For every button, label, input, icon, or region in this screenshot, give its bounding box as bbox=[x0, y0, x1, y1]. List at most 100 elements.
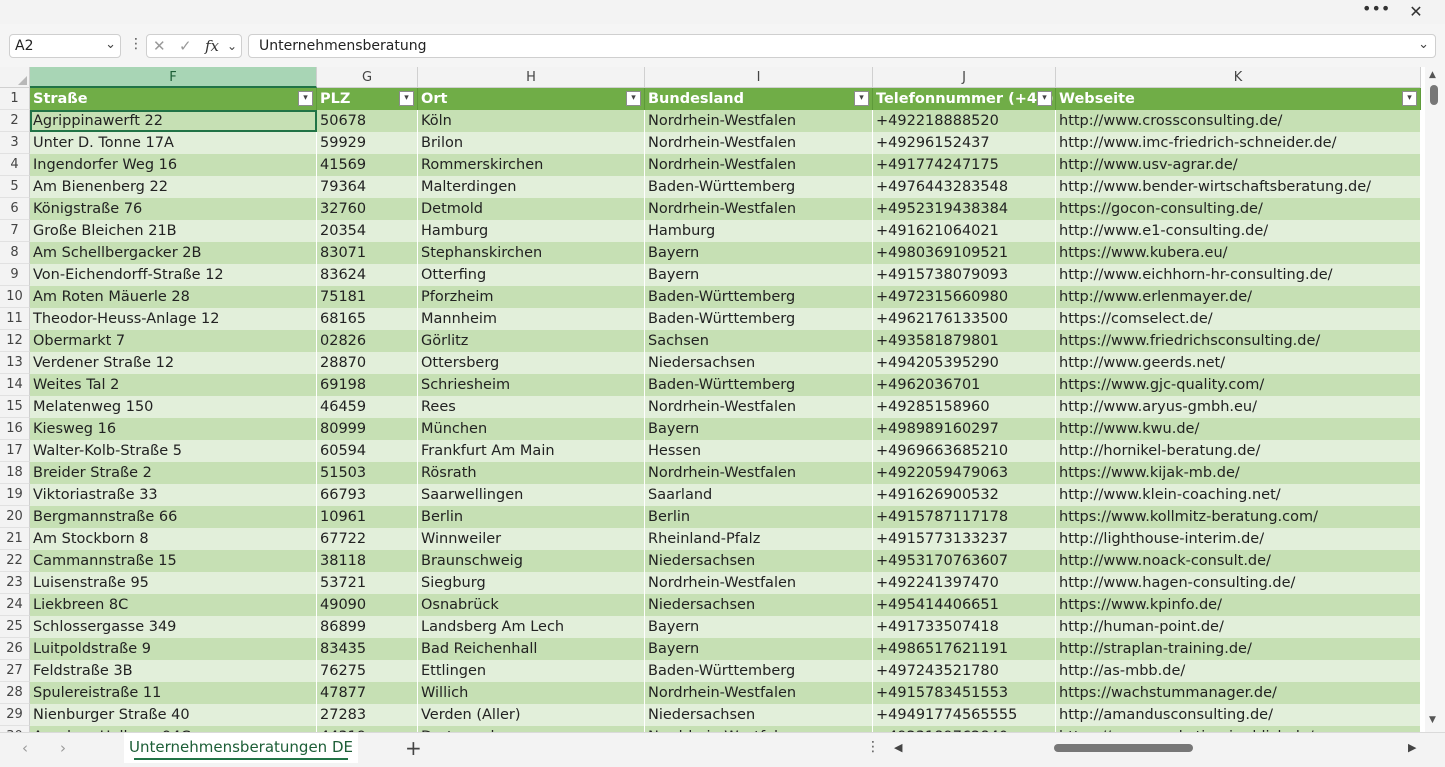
cell-i[interactable]: Nordrhein-Westfalen bbox=[645, 154, 873, 176]
row-header-14[interactable]: 14 bbox=[0, 374, 30, 396]
cell-h[interactable]: Rösrath bbox=[418, 462, 645, 484]
cell-j[interactable]: +4953170763607 bbox=[873, 550, 1056, 572]
chevron-down-icon[interactable]: ⌄ bbox=[105, 37, 116, 52]
filter-dropdown-icon[interactable]: ▾ bbox=[399, 91, 414, 106]
cell-g[interactable]: 83071 bbox=[317, 242, 418, 264]
cell-k[interactable]: http://www.bender-wirtschaftsberatung.de… bbox=[1056, 176, 1421, 198]
cell-j[interactable]: +492218888520 bbox=[873, 110, 1056, 132]
formula-input[interactable]: Unternehmensberatung ⌄ bbox=[248, 34, 1436, 58]
next-sheet-icon[interactable]: › bbox=[60, 739, 66, 757]
cell-f[interactable]: Cammannstraße 15 bbox=[30, 550, 317, 572]
cell-j[interactable]: +491621064021 bbox=[873, 220, 1056, 242]
cell-j[interactable]: +4962176133500 bbox=[873, 308, 1056, 330]
cell-f[interactable]: Am Bienenberg 22 bbox=[30, 176, 317, 198]
cell-k[interactable]: http://as-mbb.de/ bbox=[1056, 660, 1421, 682]
cell-i[interactable]: Nordrhein-Westfalen bbox=[645, 198, 873, 220]
header-cell-f[interactable]: Straße ▾ bbox=[30, 88, 317, 110]
cell-f[interactable]: Breider Straße 2 bbox=[30, 462, 317, 484]
cell-j[interactable]: +493581879801 bbox=[873, 330, 1056, 352]
cell-h[interactable]: Berlin bbox=[418, 506, 645, 528]
cell-h[interactable]: Willich bbox=[418, 682, 645, 704]
cell-g[interactable]: 83624 bbox=[317, 264, 418, 286]
cell-h[interactable]: Landsberg Am Lech bbox=[418, 616, 645, 638]
cell-h[interactable]: Malterdingen bbox=[418, 176, 645, 198]
cell-k[interactable]: http://straplan-training.de/ bbox=[1056, 638, 1421, 660]
cell-j[interactable]: +497243521780 bbox=[873, 660, 1056, 682]
row-header-28[interactable]: 28 bbox=[0, 682, 30, 704]
row-header-9[interactable]: 9 bbox=[0, 264, 30, 286]
cell-i[interactable]: Niedersachsen bbox=[645, 594, 873, 616]
cell-k[interactable]: http://www.klein-coaching.net/ bbox=[1056, 484, 1421, 506]
cell-i[interactable]: Nordrhein-Westfalen bbox=[645, 572, 873, 594]
row-header-26[interactable]: 26 bbox=[0, 638, 30, 660]
row-header-16[interactable]: 16 bbox=[0, 418, 30, 440]
cell-f[interactable]: Schlossergasse 349 bbox=[30, 616, 317, 638]
cell-f[interactable]: Nienburger Straße 40 bbox=[30, 704, 317, 726]
cell-h[interactable]: Görlitz bbox=[418, 330, 645, 352]
header-cell-g[interactable]: PLZ ▾ bbox=[317, 88, 418, 110]
cell-j[interactable]: +495414406651 bbox=[873, 594, 1056, 616]
cell-j[interactable]: +491774247175 bbox=[873, 154, 1056, 176]
cell-g[interactable]: 41569 bbox=[317, 154, 418, 176]
cell-k[interactable]: https://comselect.de/ bbox=[1056, 308, 1421, 330]
scroll-up-icon[interactable]: ▲ bbox=[1429, 70, 1436, 80]
cell-g[interactable]: 79364 bbox=[317, 176, 418, 198]
cell-f[interactable]: Königstraße 76 bbox=[30, 198, 317, 220]
row-header-15[interactable]: 15 bbox=[0, 396, 30, 418]
cell-k[interactable]: http://www.erlenmayer.de/ bbox=[1056, 286, 1421, 308]
expand-formula-icon[interactable]: ⌄ bbox=[1418, 37, 1429, 52]
cell-i[interactable]: Niedersachsen bbox=[645, 704, 873, 726]
cell-k[interactable]: http://lighthouse-interim.de/ bbox=[1056, 528, 1421, 550]
cell-g[interactable]: 53721 bbox=[317, 572, 418, 594]
filter-dropdown-icon[interactable]: ▾ bbox=[1402, 91, 1417, 106]
cell-f[interactable]: Am Stockborn 8 bbox=[30, 528, 317, 550]
cell-f[interactable]: Luitpoldstraße 9 bbox=[30, 638, 317, 660]
insert-function-icon[interactable]: fx bbox=[205, 37, 219, 55]
cell-k[interactable]: https://www.gjc-quality.com/ bbox=[1056, 374, 1421, 396]
cell-j[interactable]: +498989160297 bbox=[873, 418, 1056, 440]
cell-g[interactable]: 49090 bbox=[317, 594, 418, 616]
cell-j[interactable]: +49491774565555 bbox=[873, 704, 1056, 726]
cell-h[interactable]: Rees bbox=[418, 396, 645, 418]
cell-h[interactable]: Köln bbox=[418, 110, 645, 132]
row-header-2[interactable]: 2 bbox=[0, 110, 30, 132]
cell-j[interactable]: +49285158960 bbox=[873, 396, 1056, 418]
cell-k[interactable]: http://www.geerds.net/ bbox=[1056, 352, 1421, 374]
vertical-scrollbar[interactable]: ▲ ▼ bbox=[1425, 67, 1445, 732]
cell-i[interactable]: Rheinland-Pfalz bbox=[645, 528, 873, 550]
cell-i[interactable]: Nordrhein-Westfalen bbox=[645, 682, 873, 704]
cell-k[interactable]: http://hornikel-beratung.de/ bbox=[1056, 440, 1421, 462]
cell-i[interactable]: Nordrhein-Westfalen bbox=[645, 396, 873, 418]
cell-f[interactable]: Am Roten Mäuerle 28 bbox=[30, 286, 317, 308]
cell-k[interactable]: http://amandusconsulting.de/ bbox=[1056, 704, 1421, 726]
scroll-left-icon[interactable]: ◀ bbox=[894, 741, 902, 754]
cell-k[interactable]: http://www.noack-consult.de/ bbox=[1056, 550, 1421, 572]
cell-k[interactable]: https://gocon-consulting.de/ bbox=[1056, 198, 1421, 220]
cell-f[interactable]: Agrippinawerft 22 bbox=[30, 110, 317, 132]
cell-i[interactable]: Nordrhein-Westfalen bbox=[645, 462, 873, 484]
cell-i[interactable]: Hamburg bbox=[645, 220, 873, 242]
cell-j[interactable]: +4915773133237 bbox=[873, 528, 1056, 550]
cancel-icon[interactable]: ✕ bbox=[153, 37, 166, 55]
cell-h[interactable]: Frankfurt Am Main bbox=[418, 440, 645, 462]
more-options-icon[interactable]: ••• bbox=[1362, 1, 1390, 20]
cell-g[interactable]: 10961 bbox=[317, 506, 418, 528]
scroll-right-icon[interactable]: ▶ bbox=[1408, 741, 1416, 754]
cell-j[interactable]: +494205395290 bbox=[873, 352, 1056, 374]
cell-h[interactable]: München bbox=[418, 418, 645, 440]
sheet-bar-options-icon[interactable]: ⋮ bbox=[866, 739, 880, 755]
cell-g[interactable]: 27283 bbox=[317, 704, 418, 726]
cell-j[interactable]: +4969663685210 bbox=[873, 440, 1056, 462]
cell-g[interactable]: 68165 bbox=[317, 308, 418, 330]
row-header-21[interactable]: 21 bbox=[0, 528, 30, 550]
cell-j[interactable]: +49296152437 bbox=[873, 132, 1056, 154]
cell-g[interactable]: 83435 bbox=[317, 638, 418, 660]
chevron-down-icon[interactable]: ⌄ bbox=[227, 39, 237, 53]
cell-g[interactable]: 50678 bbox=[317, 110, 418, 132]
row-header-6[interactable]: 6 bbox=[0, 198, 30, 220]
vertical-scroll-thumb[interactable] bbox=[1430, 85, 1438, 105]
cell-i[interactable]: Bayern bbox=[645, 418, 873, 440]
cell-f[interactable]: Obermarkt 7 bbox=[30, 330, 317, 352]
header-cell-k[interactable]: Webseite ▾ bbox=[1056, 88, 1421, 110]
cell-h[interactable]: Osnabrück bbox=[418, 594, 645, 616]
